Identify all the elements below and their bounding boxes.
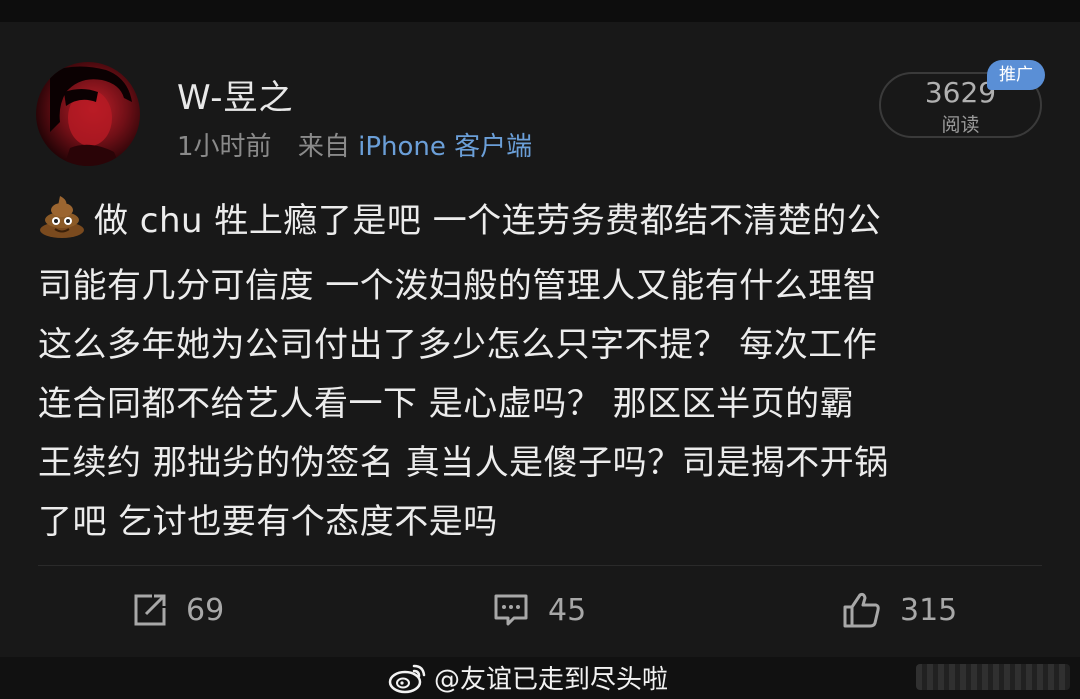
promo-badge[interactable]: 推广 — [987, 60, 1045, 90]
post-line-3: 这么多年她为公司付出了多少怎么只字不提？ 每次工作 — [38, 325, 878, 365]
post-time: 1小时前 — [177, 132, 272, 162]
post-line-5: 王续约 那拙劣的伪签名 真当人是傻子吗？司是揭不开锅 — [38, 443, 889, 483]
comment-icon — [494, 594, 528, 626]
post-body: 做 chu 牲上瘾了是吧 一个连劳务费都结不清楚的公 司能有几分可信度 一个泼妇… — [38, 192, 1042, 552]
comment-count: 45 — [548, 592, 587, 628]
repost-button[interactable]: 69 — [132, 588, 224, 632]
divider — [38, 565, 1042, 566]
source-client-link[interactable]: iPhone 客户端 — [358, 132, 532, 162]
screen: W-昱之 1小时前 来自 iPhone 客户端 3629 阅读 推广 做 chu… — [0, 0, 1080, 699]
post-line-2: 司能有几分可信度 一个泼妇般的管理人又能有什么理智 — [38, 266, 878, 306]
username[interactable]: W-昱之 — [177, 70, 294, 119]
avatar-image — [36, 62, 140, 166]
blurred-watermark — [916, 664, 1070, 690]
avatar[interactable] — [36, 62, 140, 166]
post-line-6: 了吧 乞讨也要有个态度不是吗 — [38, 502, 498, 542]
post-text: 做 chu 牲上瘾了是吧 一个连劳务费都结不清楚的公 — [94, 201, 882, 241]
comment-button[interactable]: 45 — [492, 588, 586, 632]
weibo-logo-icon — [388, 664, 426, 693]
post-line-4: 连合同都不给艺人看一下 是心虚吗？ 那区区半页的霸 — [38, 384, 855, 424]
post-meta: 1小时前 来自 iPhone 客户端 — [177, 126, 532, 163]
read-label: 阅读 — [941, 114, 980, 136]
like-button[interactable]: 315 — [842, 588, 957, 632]
repost-icon — [134, 594, 166, 626]
watermark-text: @友谊已走到尽头啦 — [434, 665, 669, 695]
top-edge — [0, 0, 1080, 22]
thumbs-up-icon — [843, 592, 880, 628]
post-line-1: 做 chu 牲上瘾了是吧 一个连劳务费都结不清楚的公 — [38, 192, 1042, 257]
repost-count: 69 — [186, 592, 225, 628]
watermark: @友谊已走到尽头啦 — [388, 659, 668, 696]
source-prefix: 来自 — [297, 132, 350, 162]
like-count: 315 — [900, 592, 958, 628]
poop-emoji-icon — [38, 194, 86, 257]
